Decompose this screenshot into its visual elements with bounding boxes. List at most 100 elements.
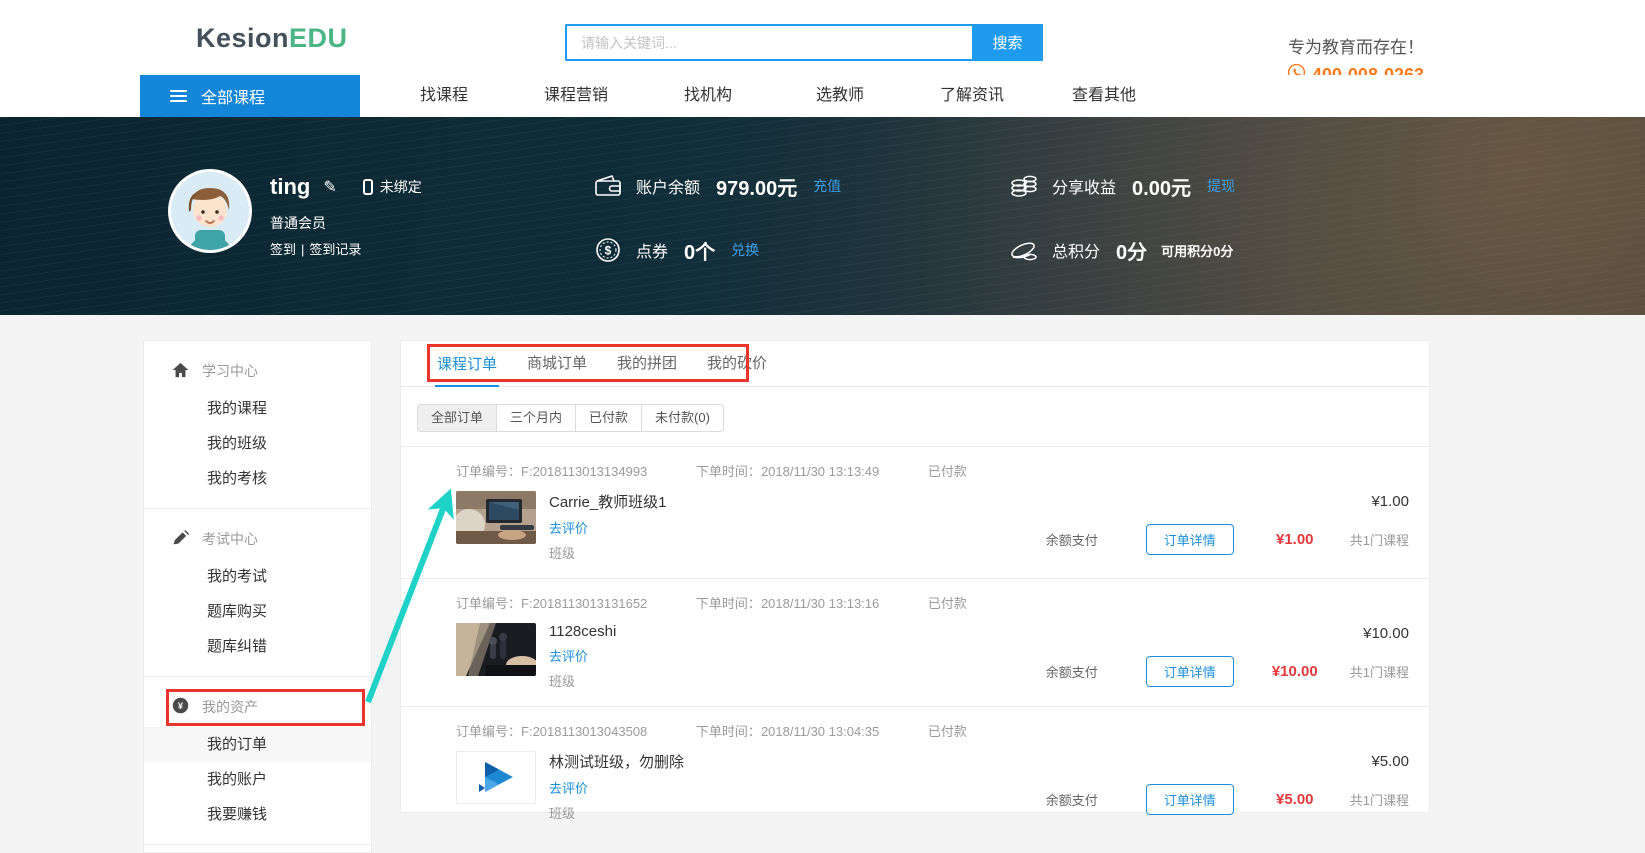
course-count: 共1门课程 <box>1350 662 1409 681</box>
course-thumbnail[interactable] <box>456 623 536 676</box>
nav-item-news[interactable]: 了解资讯 <box>906 75 1038 117</box>
review-link[interactable]: 去评价 <box>549 778 919 797</box>
search-button[interactable]: 搜索 <box>972 24 1043 61</box>
sidebar-section-learning: 学习中心 我的课程 我的班级 我的考核 <box>144 341 371 509</box>
order-filters: 全部订单 三个月内 已付款 未付款(0) <box>417 404 724 432</box>
filter-paid[interactable]: 已付款 <box>575 404 642 432</box>
nav-item-choose-teacher[interactable]: 选教师 <box>774 75 906 117</box>
tab-my-group-buys[interactable]: 我的拼团 <box>615 352 679 386</box>
sidebar-item-my-exams[interactable]: 我的考试 <box>144 559 371 594</box>
stats-column-left: 账户余额 979.00元 充值 $ 点券 0个 兑换 <box>592 117 841 267</box>
nav-bar: 全部课程 找课程 课程营销 找机构 选教师 了解资讯 查看其他 <box>0 75 1645 117</box>
withdraw-link[interactable]: 提现 <box>1207 176 1235 196</box>
sidebar-section-header: 学习中心 <box>144 353 371 391</box>
order-no-label: 订单编号： <box>456 596 521 611</box>
available-points: 可用积分0分 <box>1161 241 1233 260</box>
user-name: ting <box>270 174 310 200</box>
coupon-label: 点券 <box>636 238 668 262</box>
share-income-label: 分享收益 <box>1052 174 1116 198</box>
course-thumbnail[interactable] <box>456 751 536 804</box>
mobile-icon <box>363 179 373 195</box>
order-time: 2018/11/30 13:13:16 <box>761 596 879 611</box>
search-input[interactable] <box>565 24 972 61</box>
order-meta: 订单编号：F:2018113013043508 下单时间：2018/11/30 … <box>456 721 1409 740</box>
coupon-icon: $ <box>592 237 624 263</box>
order-meta: 订单编号：F:2018113013131652 下单时间：2018/11/30 … <box>456 593 1409 612</box>
user-banner: ting ✎ 未绑定 普通会员 签到|签到记录 账户余额 979.00元 充值 <box>0 117 1645 315</box>
order-price: ¥10.00 <box>919 625 1409 642</box>
order-detail-button[interactable]: 订单详情 <box>1146 784 1234 815</box>
pay-method: 余额支付 <box>1046 530 1098 549</box>
tab-course-orders[interactable]: 课程订单 <box>435 353 499 387</box>
order-time: 2018/11/30 13:04:35 <box>761 724 879 739</box>
filter-all-orders[interactable]: 全部订单 <box>417 404 497 432</box>
order-status: 已付款 <box>928 596 967 611</box>
tab-my-bargains[interactable]: 我的砍价 <box>705 352 769 386</box>
sidebar-section-header: ¥ 我的资产 <box>144 689 371 727</box>
nav-item-find-course[interactable]: 找课程 <box>378 75 510 117</box>
sidebar-item-question-bank-buy[interactable]: 题库购买 <box>144 594 371 629</box>
coins-icon <box>1008 173 1040 199</box>
all-courses-button[interactable]: 全部课程 <box>140 75 360 117</box>
logo[interactable]: KesionEDU <box>196 23 348 54</box>
nav-item-others[interactable]: 查看其他 <box>1038 75 1170 117</box>
pencil-icon <box>172 530 189 549</box>
signin-record-link[interactable]: 签到记录 <box>309 242 361 257</box>
order-time: 2018/11/30 13:13:49 <box>761 464 879 479</box>
search-bar: 搜索 <box>565 24 1043 61</box>
review-link[interactable]: 去评价 <box>549 646 919 665</box>
sidebar-section-title: 学习中心 <box>202 361 258 381</box>
edit-name-icon[interactable]: ✎ <box>323 177 336 197</box>
order-status: 已付款 <box>928 724 967 739</box>
pay-method: 余额支付 <box>1046 662 1098 681</box>
share-income-value: 0.00元 <box>1132 172 1191 201</box>
sidebar-item-my-orders[interactable]: 我的订单 <box>144 727 371 762</box>
filter-unpaid[interactable]: 未付款(0) <box>641 404 724 432</box>
sidebar-item-my-assessment[interactable]: 我的考核 <box>144 461 371 496</box>
exchange-link[interactable]: 兑换 <box>731 240 759 260</box>
sidebar-item-my-account[interactable]: 我的账户 <box>144 762 371 797</box>
course-title[interactable]: Carrie_教师班级1 <box>549 491 919 512</box>
sidebar-item-my-courses[interactable]: 我的课程 <box>144 391 371 426</box>
nav-item-course-marketing[interactable]: 课程营销 <box>510 75 642 117</box>
avatar[interactable] <box>168 169 252 253</box>
signin-link[interactable]: 签到 <box>270 242 296 257</box>
order-detail-button[interactable]: 订单详情 <box>1146 524 1234 555</box>
tab-mall-orders[interactable]: 商城订单 <box>525 352 589 386</box>
page: { "header": { "logo_part1": "Kesion", "l… <box>0 0 1645 853</box>
order-no-label: 订单编号： <box>456 724 521 739</box>
coupon-row: $ 点券 0个 兑换 <box>592 233 841 267</box>
course-type: 班级 <box>549 671 919 690</box>
order-info: 林测试班级，勿删除 去评价 班级 <box>549 751 919 822</box>
sidebar: 学习中心 我的课程 我的班级 我的考核 考试中心 我的考试 题库购买 题库纠错 … <box>143 340 372 853</box>
sidebar-section-header: 考试中心 <box>144 521 371 559</box>
signin-separator: | <box>301 242 304 257</box>
wallet-icon <box>592 174 624 198</box>
course-title[interactable]: 1128ceshi <box>549 623 919 640</box>
filter-three-months[interactable]: 三个月内 <box>496 404 576 432</box>
order-no: F:2018113013134993 <box>521 464 647 479</box>
order-detail-button[interactable]: 订单详情 <box>1146 656 1234 687</box>
order-row: 订单编号：F:2018113013043508 下单时间：2018/11/30 … <box>401 707 1429 838</box>
all-courses-label: 全部课程 <box>201 84 265 108</box>
sidebar-item-earn-money[interactable]: 我要赚钱 <box>144 797 371 832</box>
order-meta: 订单编号：F:2018113013134993 下单时间：2018/11/30 … <box>456 461 1409 480</box>
course-thumbnail[interactable] <box>456 491 536 544</box>
points-label: 总积分 <box>1052 238 1100 262</box>
asset-icon: ¥ <box>172 697 189 717</box>
orders-list: 订单编号：F:2018113013134993 下单时间：2018/11/30 … <box>401 446 1429 838</box>
recharge-link[interactable]: 充值 <box>813 176 841 196</box>
course-title[interactable]: 林测试班级，勿删除 <box>549 751 919 772</box>
bind-status: 未绑定 <box>380 177 422 197</box>
sidebar-item-question-bank-correct[interactable]: 题库纠错 <box>144 629 371 664</box>
paid-amount: ¥10.00 <box>1258 663 1332 680</box>
order-right: ¥5.00 余额支付 订单详情 ¥5.00 共1门课程 <box>919 751 1409 822</box>
review-link[interactable]: 去评价 <box>549 518 919 537</box>
balance-label: 账户余额 <box>636 174 700 198</box>
sidebar-item-my-classes[interactable]: 我的班级 <box>144 426 371 461</box>
balance-row: 账户余额 979.00元 充值 <box>592 169 841 203</box>
balance-value: 979.00元 <box>716 172 797 201</box>
order-no: F:2018113013043508 <box>521 724 647 739</box>
nav-item-find-org[interactable]: 找机构 <box>642 75 774 117</box>
hamburger-icon <box>170 90 187 102</box>
